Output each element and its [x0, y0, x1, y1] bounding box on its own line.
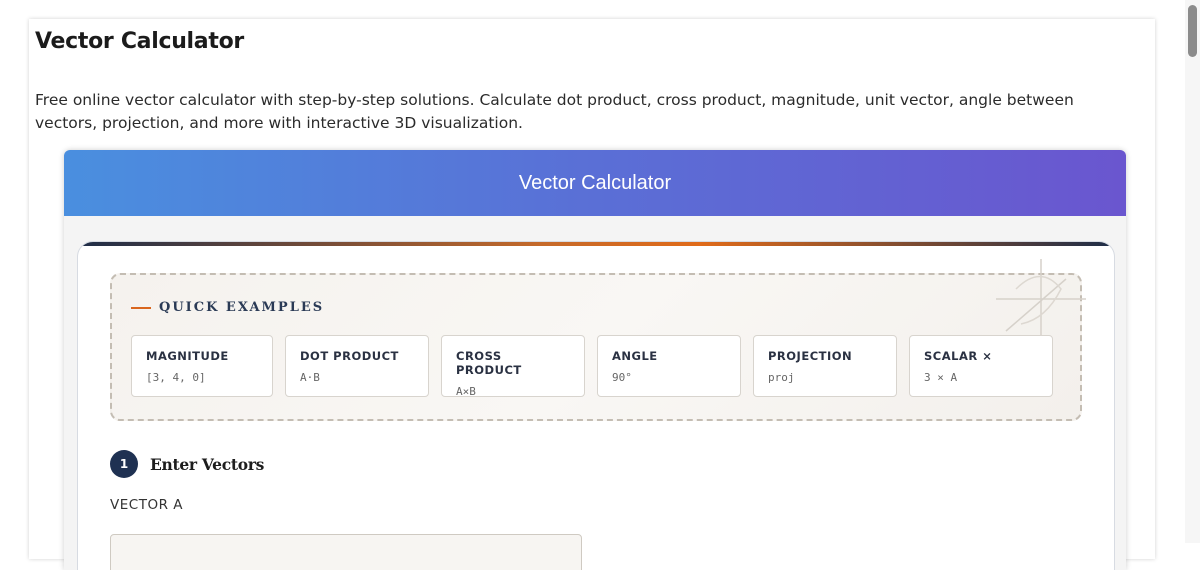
example-sublabel: 3 × A	[924, 371, 958, 384]
quick-examples-grid: MAGNITUDE [3, 4, 0] DOT PRODUCT A·B CROS…	[131, 335, 1053, 398]
example-dot-product-button[interactable]: DOT PRODUCT A·B	[285, 335, 429, 397]
example-sublabel: [3, 4, 0]	[146, 371, 206, 384]
example-label: DOT PRODUCT	[300, 349, 399, 363]
accent-bar	[78, 242, 1114, 246]
example-projection-button[interactable]: PROJECTION proj	[753, 335, 897, 397]
page-intro: Free online vector calculator with step-…	[35, 91, 1074, 132]
example-label: MAGNITUDE	[146, 349, 229, 363]
decorative-axes-icon	[996, 259, 1086, 339]
quick-examples-panel: QUICK EXAMPLES MAGNITUDE [3, 4, 0] DOT P…	[110, 259, 1086, 421]
calculator-body: QUICK EXAMPLES MAGNITUDE [3, 4, 0] DOT P…	[77, 241, 1115, 570]
quick-examples-header: QUICK EXAMPLES	[131, 300, 324, 315]
quick-examples-title: QUICK EXAMPLES	[159, 300, 325, 315]
example-cross-product-button[interactable]: CROSS PRODUCT A×B	[441, 335, 585, 398]
scrollbar-thumb[interactable]	[1188, 5, 1197, 57]
vector-a-input[interactable]	[110, 534, 582, 570]
page-container: Vector Calculator Free online vector cal…	[29, 19, 1155, 570]
scrollbar[interactable]	[1185, 0, 1200, 543]
calculator-card: Vector Calculator QUICK EXAMPLES MAGNITU…	[64, 150, 1126, 570]
example-sublabel: A·B	[300, 371, 320, 384]
step-title: Enter Vectors	[150, 454, 265, 474]
calculator-header: Vector Calculator	[64, 150, 1126, 216]
example-sublabel: 90°	[612, 371, 632, 384]
example-label: CROSS PRODUCT	[456, 349, 522, 377]
example-angle-button[interactable]: ANGLE 90°	[597, 335, 741, 397]
example-sublabel: proj	[768, 371, 795, 384]
example-magnitude-button[interactable]: MAGNITUDE [3, 4, 0]	[131, 335, 273, 397]
example-label: PROJECTION	[768, 349, 853, 363]
example-label: ANGLE	[612, 349, 658, 363]
accent-dash	[131, 306, 151, 309]
example-scalar-button[interactable]: SCALAR × 3 × A	[909, 335, 1053, 397]
example-label: SCALAR ×	[924, 349, 993, 363]
step-number-badge: 1	[110, 450, 138, 478]
step-enter-vectors: 1 Enter Vectors	[110, 450, 264, 478]
vector-a-label: VECTOR A	[110, 497, 183, 513]
example-sublabel: A×B	[456, 385, 476, 398]
page-title: Vector Calculator	[35, 29, 244, 54]
